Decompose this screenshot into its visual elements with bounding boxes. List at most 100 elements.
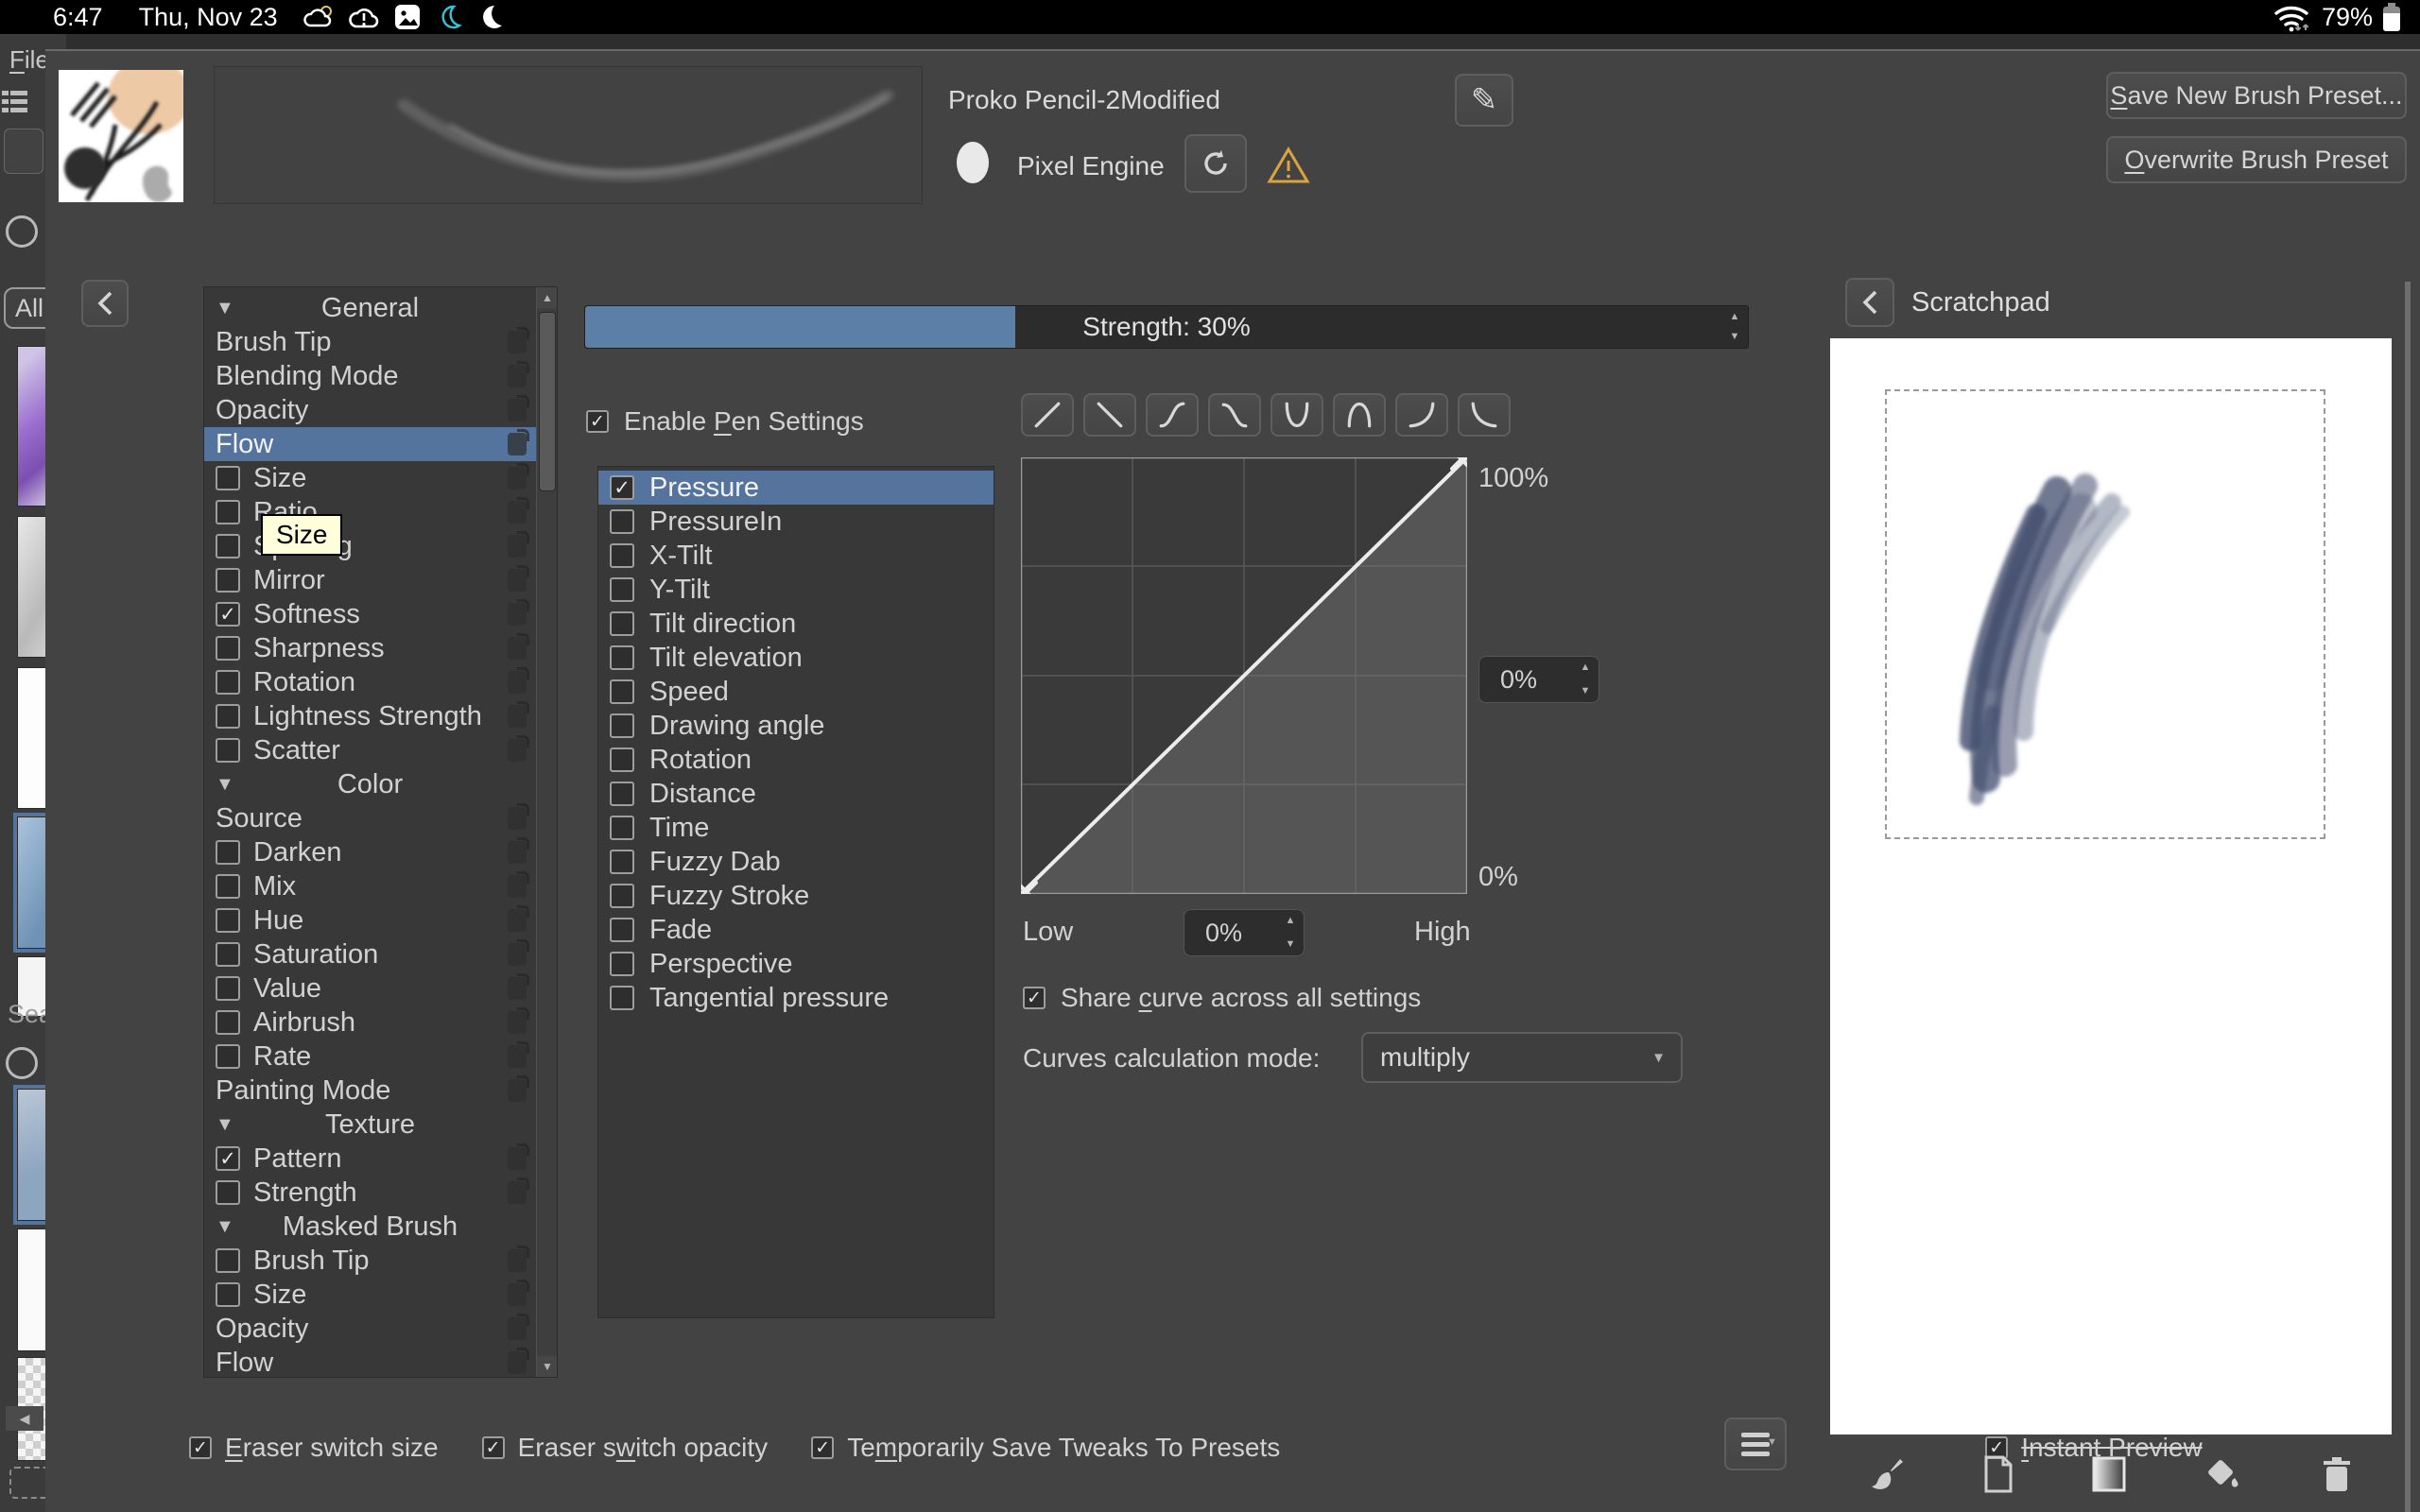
sensor-checkbox-tilt-direction[interactable] bbox=[610, 611, 634, 636]
option-checkbox-size[interactable] bbox=[216, 1282, 240, 1307]
footer-checkbox-eraser-switch-size[interactable]: Eraser switch size bbox=[189, 1433, 439, 1463]
option-row-spacing[interactable]: Spacing bbox=[204, 529, 536, 563]
option-row-blending-mode[interactable]: Blending Mode bbox=[204, 359, 536, 393]
rename-preset-button[interactable]: ✎ bbox=[1455, 74, 1513, 127]
option-checkbox-sharpness[interactable] bbox=[216, 636, 240, 661]
sensor-checkbox-time[interactable] bbox=[610, 816, 634, 840]
option-checkbox-spacing[interactable] bbox=[216, 534, 240, 558]
option-row-hue[interactable]: Hue bbox=[204, 903, 536, 937]
share-curve-checkbox-row[interactable]: Share curve across all settings bbox=[1023, 983, 1421, 1013]
sensor-row-time[interactable]: Time bbox=[598, 811, 994, 845]
curve-j-icon[interactable] bbox=[1395, 393, 1448, 437]
sensor-checkbox-y-tilt[interactable] bbox=[610, 577, 634, 602]
checkbox[interactable] bbox=[811, 1436, 835, 1459]
toolbar-button[interactable] bbox=[4, 129, 43, 174]
sensor-row-fuzzy-dab[interactable]: Fuzzy Dab bbox=[598, 845, 994, 879]
option-checkbox-lightness-strength[interactable] bbox=[216, 704, 240, 729]
option-checkbox-value[interactable] bbox=[216, 976, 240, 1001]
lock-icon[interactable] bbox=[6, 1047, 38, 1079]
enable-pen-checkbox[interactable] bbox=[586, 410, 609, 433]
curve-decay-icon[interactable] bbox=[1458, 393, 1511, 437]
option-checkbox-darken[interactable] bbox=[216, 840, 240, 865]
option-checkbox-mirror[interactable] bbox=[216, 568, 240, 593]
section-collapse-icon[interactable]: ▼ bbox=[216, 298, 234, 319]
fill-bucket-icon[interactable] bbox=[2204, 1455, 2245, 1493]
sensor-row-pressure[interactable]: Pressure bbox=[598, 471, 994, 505]
footer-checkbox-eraser-switch-opacity[interactable]: Eraser switch opacity bbox=[481, 1433, 768, 1463]
section-collapse-icon[interactable]: ▼ bbox=[216, 1216, 234, 1238]
section-collapse-icon[interactable]: ▼ bbox=[216, 774, 234, 796]
panel-splitter[interactable] bbox=[2405, 282, 2411, 1512]
option-row-source[interactable]: Source bbox=[204, 801, 536, 835]
option-checkbox-scatter[interactable] bbox=[216, 738, 240, 763]
section-collapse-icon[interactable]: ▼ bbox=[216, 1114, 234, 1136]
sensor-row-speed[interactable]: Speed bbox=[598, 675, 994, 709]
option-checkbox-saturation[interactable] bbox=[216, 942, 240, 967]
option-row-rate[interactable]: Rate bbox=[204, 1040, 536, 1074]
sensor-checkbox-fuzzy-dab[interactable] bbox=[610, 850, 634, 874]
option-row-airbrush[interactable]: Airbrush bbox=[204, 1005, 536, 1040]
option-row-saturation[interactable]: Saturation bbox=[204, 937, 536, 971]
sensor-checkbox-fuzzy-stroke[interactable] bbox=[610, 884, 634, 908]
sensor-row-fade[interactable]: Fade bbox=[598, 913, 994, 947]
option-checkbox-rate[interactable] bbox=[216, 1044, 240, 1069]
sensor-row-tangential-pressure[interactable]: Tangential pressure bbox=[598, 981, 994, 1015]
option-row-mirror[interactable]: Mirror bbox=[204, 563, 536, 597]
options-scrollbar[interactable]: ▲ ▼ bbox=[536, 287, 557, 1377]
curve-arch-icon[interactable] bbox=[1333, 393, 1386, 437]
sensor-row-distance[interactable]: Distance bbox=[598, 777, 994, 811]
trash-icon[interactable] bbox=[2320, 1455, 2354, 1493]
sensor-checkbox-tangential-pressure[interactable] bbox=[610, 986, 634, 1010]
option-row-brush-tip[interactable]: Brush Tip bbox=[204, 325, 536, 359]
sensor-checkbox-perspective[interactable] bbox=[610, 952, 634, 976]
option-row-sharpness[interactable]: Sharpness bbox=[204, 631, 536, 665]
option-checkbox-rotation[interactable] bbox=[216, 670, 240, 695]
curve-linear-up-icon[interactable] bbox=[1021, 393, 1074, 437]
curve-u-icon[interactable] bbox=[1270, 393, 1323, 437]
checkbox[interactable] bbox=[189, 1436, 212, 1459]
scroll-left-arrow[interactable]: ◀ bbox=[6, 1406, 43, 1431]
option-section-masked-brush[interactable]: ▼ Masked Brush bbox=[204, 1210, 536, 1244]
option-row-opacity[interactable]: Opacity bbox=[204, 393, 536, 427]
option-row-opacity[interactable]: Opacity bbox=[204, 1312, 536, 1346]
checkbox[interactable] bbox=[481, 1436, 505, 1459]
curve-s-icon[interactable] bbox=[1146, 393, 1199, 437]
scrollbar-thumb[interactable] bbox=[539, 312, 556, 491]
option-checkbox-softness[interactable] bbox=[216, 602, 240, 627]
option-checkbox-hue[interactable] bbox=[216, 908, 240, 933]
sensor-row-tilt-elevation[interactable]: Tilt elevation bbox=[598, 641, 994, 675]
sensor-checkbox-fade[interactable] bbox=[610, 918, 634, 942]
paintbrush-icon[interactable] bbox=[1868, 1455, 1906, 1493]
gradient-fill-icon[interactable] bbox=[2090, 1455, 2128, 1493]
scratchpad-canvas[interactable] bbox=[1830, 338, 2392, 1435]
sensor-checkbox-pressurein[interactable] bbox=[610, 509, 634, 534]
sensor-checkbox-rotation[interactable] bbox=[610, 747, 634, 772]
option-checkbox-ratio[interactable] bbox=[216, 500, 240, 524]
curve-y-value-spinbox[interactable]: 0% ▲ ▼ bbox=[1478, 656, 1599, 703]
calc-mode-dropdown[interactable]: multiply ▼ bbox=[1361, 1032, 1683, 1083]
save-new-preset-button[interactable]: Save New Brush Preset... bbox=[2106, 72, 2407, 119]
option-row-painting-mode[interactable]: Painting Mode bbox=[204, 1074, 536, 1108]
collapse-presets-button[interactable] bbox=[81, 280, 129, 327]
enable-pen-settings[interactable]: Enable Pen Settings bbox=[586, 406, 864, 437]
option-row-pattern[interactable]: Pattern bbox=[204, 1142, 536, 1176]
scratchpad-collapse-button[interactable] bbox=[1845, 278, 1894, 327]
option-checkbox-size[interactable] bbox=[216, 466, 240, 490]
sensor-row-drawing-angle[interactable]: Drawing angle bbox=[598, 709, 994, 743]
sensor-row-tilt-direction[interactable]: Tilt direction bbox=[598, 607, 994, 641]
reload-preset-button[interactable] bbox=[1184, 134, 1247, 193]
option-checkbox-brush-tip[interactable] bbox=[216, 1248, 240, 1273]
option-checkbox-strength[interactable] bbox=[216, 1180, 240, 1205]
option-row-darken[interactable]: Darken bbox=[204, 835, 536, 869]
option-row-size[interactable]: Size bbox=[204, 1278, 536, 1312]
sensor-checkbox-pressure[interactable] bbox=[610, 475, 634, 500]
option-row-flow[interactable]: Flow bbox=[204, 1346, 536, 1377]
option-section-texture[interactable]: ▼ Texture bbox=[204, 1108, 536, 1142]
sensor-row-fuzzy-stroke[interactable]: Fuzzy Stroke bbox=[598, 879, 994, 913]
sensor-row-rotation[interactable]: Rotation bbox=[598, 743, 994, 777]
scroll-up-arrow[interactable]: ▲ bbox=[537, 287, 557, 308]
sensor-row-y-tilt[interactable]: Y-Tilt bbox=[598, 573, 994, 607]
option-section-color[interactable]: ▼ Color bbox=[204, 767, 536, 801]
option-row-strength[interactable]: Strength bbox=[204, 1176, 536, 1210]
detach-editor-menu-button[interactable]: ▼ bbox=[1724, 1418, 1787, 1470]
